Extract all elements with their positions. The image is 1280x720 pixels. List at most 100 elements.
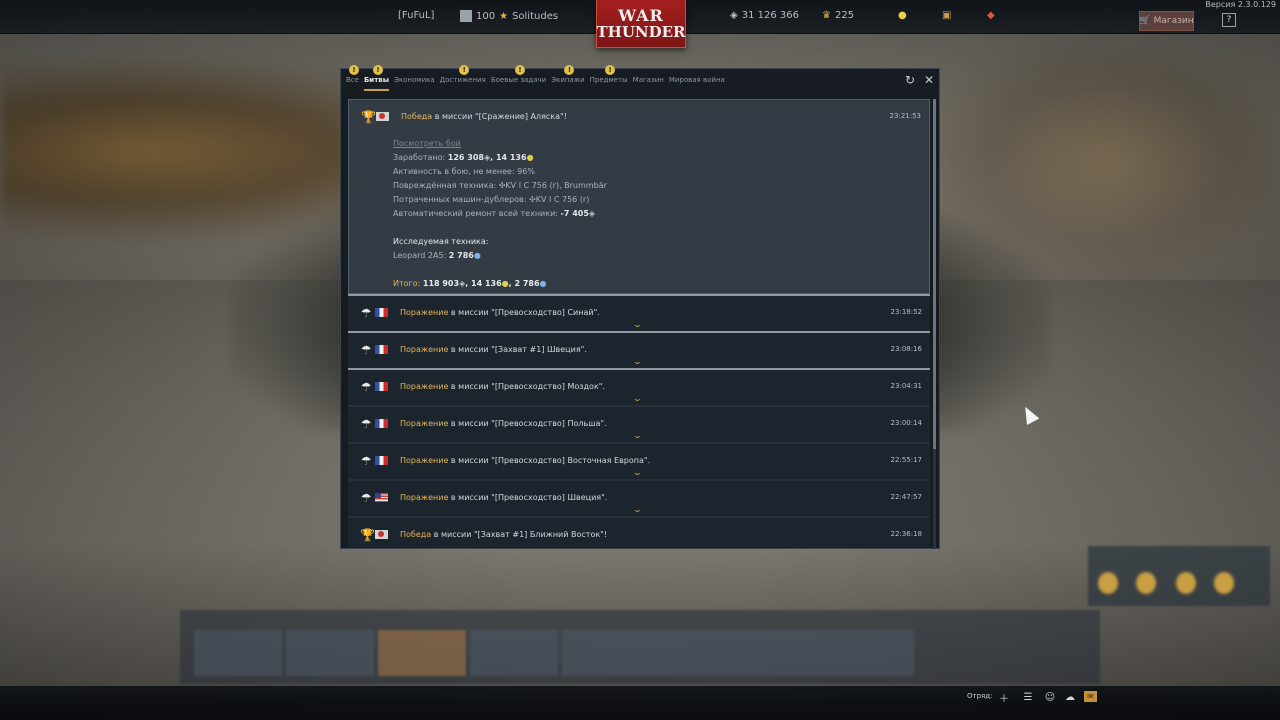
chevron-down-icon[interactable]: ⌄ <box>632 431 643 440</box>
logo-line2: THUNDER <box>596 22 686 41</box>
battle-mission: в миссии "[Превосходство] Польша". <box>448 419 607 428</box>
battle-entry-title: Поражение в миссии "[Захват #1] Швеция". <box>400 345 587 354</box>
battle-entry[interactable]: 🏆 Победа в миссии "[Захват #1] Ближний Во… <box>348 516 930 547</box>
list-icon[interactable]: ☰ <box>1020 689 1036 705</box>
battle-entry[interactable]: ☂ Поражение в миссии "[Превосходство] Вос… <box>348 442 930 479</box>
tab-2[interactable]: Экономика <box>393 69 439 91</box>
chevron-down-icon[interactable]: ⌄ <box>632 468 643 477</box>
crew-slot[interactable] <box>650 630 738 676</box>
battle-entry[interactable]: ☂ Поражение в миссии "[Превосходство] Шве… <box>348 479 930 516</box>
chat-icon[interactable]: ☁ <box>1062 689 1078 705</box>
total-lions: 118 903 <box>422 279 460 288</box>
add-squad-icon[interactable]: ＋ <box>996 689 1012 705</box>
battle-time: 23:21:53 <box>889 112 921 120</box>
battle-time: 23:00:14 <box>890 419 922 427</box>
battle-time: 22:55:17 <box>890 456 922 464</box>
crew-slot[interactable] <box>470 630 558 676</box>
parachute-icon: ☂ <box>360 380 372 394</box>
top-bar: Версия 2.3.0.129 [FuFuL] 100 ★ Solitudes… <box>0 0 1280 48</box>
battle-entry[interactable]: ☂ Поражение в миссии "[Превосходство] Пол… <box>348 405 930 442</box>
crew-slot[interactable] <box>826 630 914 676</box>
activity-row: Активность в бою, не менее: 96% <box>393 167 535 176</box>
research-header-text: Исследуемая техника: <box>393 237 489 246</box>
france-flag-icon <box>375 308 388 317</box>
player-avatar-icon <box>460 10 472 22</box>
tab-4[interactable]: Боевые задачи! <box>490 65 550 91</box>
scrollbar-thumb[interactable] <box>933 99 936 449</box>
research-points-icon: ● <box>501 279 509 288</box>
usa-flag-icon <box>375 493 388 502</box>
tab-8[interactable]: Мировая война <box>668 69 729 91</box>
tab-3[interactable]: Достижения! <box>439 65 490 91</box>
battle-result: Поражение <box>400 308 449 317</box>
parachute-icon: ☂ <box>360 417 372 431</box>
coupon-icon[interactable]: ◆ <box>987 10 995 21</box>
total-rp: 14 136 <box>471 279 502 288</box>
total-label: Итого: <box>393 279 423 288</box>
bottom-bar: Отряд: ＋ ☰ ☺ ☁ ✉ <box>0 686 1280 720</box>
earned-lions: 126 308 <box>447 153 484 162</box>
battle-time: 22:47:57 <box>890 493 922 501</box>
repair-value: -7 405 <box>560 209 589 218</box>
silver-lions-value: 31 126 366 <box>741 10 799 21</box>
tab-0[interactable]: Все! <box>345 65 363 91</box>
chevron-down-icon[interactable]: ⌄ <box>632 394 643 403</box>
tab-label: Достижения <box>439 76 486 84</box>
view-battle-link[interactable]: Посмотреть бой <box>393 139 461 148</box>
squad-label: Отряд: <box>967 692 993 700</box>
tab-6[interactable]: Предметы! <box>589 65 632 91</box>
reward-coin-icon[interactable] <box>1098 572 1118 594</box>
tab-7[interactable]: Магазин <box>632 69 668 91</box>
notification-icon: ! <box>348 65 359 75</box>
mail-icon[interactable]: ✉ <box>1084 691 1097 702</box>
silver-lions-icon: ◈ <box>730 10 738 21</box>
battle-entry[interactable]: ☂ Поражение в миссии "[Превосходство] Син… <box>348 294 930 331</box>
dialog-tabs: Все! Битвы! Экономика Достижения! Боевые зад… <box>345 65 729 91</box>
reward-coin-icon[interactable] <box>1214 572 1234 594</box>
crew-slot[interactable] <box>194 630 282 676</box>
golden-eagles-balance[interactable]: ♛ 225 <box>822 10 854 21</box>
battle-result: Поражение <box>400 419 449 428</box>
battle-time: 22:36:18 <box>890 530 922 538</box>
battle-result: Победа <box>400 530 432 539</box>
battle-entry[interactable]: ☂ Поражение в миссии "[Захват #1] Швеция"… <box>348 331 930 368</box>
tab-1[interactable]: Битвы! <box>363 65 393 91</box>
close-icon[interactable]: ✕ <box>922 73 936 87</box>
reward-coin-icon[interactable] <box>1176 572 1196 594</box>
battle-result: Поражение <box>400 456 449 465</box>
premium-icon[interactable]: ▣ <box>942 10 951 21</box>
reward-coin-icon[interactable] <box>1136 572 1156 594</box>
crew-slot[interactable] <box>738 630 826 676</box>
notification-icon: ! <box>605 65 616 75</box>
chevron-down-icon[interactable]: ⌄ <box>632 505 643 514</box>
crew-slot-selected[interactable] <box>378 630 466 676</box>
battle-entry-title: Победа в миссии "[Сражение] Аляска"! <box>401 112 567 121</box>
friends-icon[interactable]: ☺ <box>1042 689 1058 705</box>
shop-button[interactable]: 🛒 Магазин <box>1139 11 1194 31</box>
list-scrollbar[interactable] <box>933 99 936 549</box>
crew-slot[interactable] <box>562 630 650 676</box>
chevron-down-icon[interactable]: ⌄ <box>632 542 643 547</box>
battle-mission: в миссии "[Сражение] Аляска"! <box>432 112 567 121</box>
squadron-tag[interactable]: [FuFuL] <box>398 10 434 21</box>
silver-lions-balance[interactable]: ◈ 31 126 366 <box>730 10 799 21</box>
star-icon: ★ <box>499 10 509 22</box>
notification-icon: ! <box>515 65 526 75</box>
crew-slot[interactable] <box>286 630 374 676</box>
refresh-icon[interactable]: ↻ <box>903 73 917 87</box>
damaged-row: Повреждённая техника: ✣KV I C 756 (r), B… <box>393 181 607 190</box>
battle-entry-expanded[interactable]: 🏆 Победа в миссии "[Сражение] Аляска"! 2… <box>348 99 930 294</box>
battle-entry[interactable]: ☂ Поражение в миссии "[Превосходство] Моз… <box>348 368 930 405</box>
tab-5[interactable]: Экипажи! <box>550 65 588 91</box>
notification-icon: ! <box>373 65 383 75</box>
notification-icon: ! <box>459 65 470 75</box>
chevron-down-icon[interactable]: ⌄ <box>632 357 643 366</box>
war-thunder-logo[interactable]: WAR THUNDER <box>596 0 686 48</box>
research-points-icon[interactable]: ● <box>898 10 907 21</box>
help-button[interactable]: ? <box>1222 13 1236 27</box>
battle-mission: в миссии "[Превосходство] Швеция". <box>448 493 608 502</box>
battle-mission: в миссии "[Превосходство] Синай". <box>448 308 600 317</box>
parachute-icon: ☂ <box>360 454 372 468</box>
player-profile[interactable]: 100 ★ Solitudes <box>460 10 558 22</box>
chevron-down-icon[interactable]: ⌄ <box>632 320 643 329</box>
